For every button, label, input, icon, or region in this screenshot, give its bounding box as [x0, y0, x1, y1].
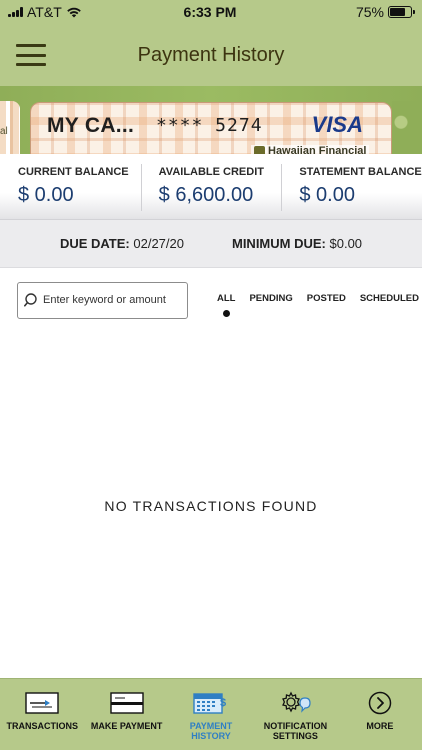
- nav-transactions-label: TRANSACTIONS: [6, 721, 78, 731]
- nav-notification-settings-label-line1: NOTIFICATION: [263, 721, 328, 731]
- current-balance-value: $ 0.00: [18, 184, 74, 206]
- signal-icon: [8, 7, 23, 17]
- due-date: DUE DATE: 02/27/20: [60, 236, 184, 251]
- card-name: MY CA...: [47, 114, 135, 137]
- card-payment-icon: [109, 691, 144, 715]
- filter-tabs: ALL PENDING POSTED SCHEDULED: [217, 293, 419, 317]
- nav-more-label: MORE: [366, 721, 394, 731]
- search-box[interactable]: [17, 281, 188, 319]
- hamburger-menu-icon[interactable]: [16, 44, 46, 66]
- nav-make-payment[interactable]: MAKE PAYMENT: [84, 679, 168, 750]
- nav-payment-history-label-line1: PAYMENT: [189, 721, 233, 731]
- nav-notification-settings-label-line2: SETTINGS: [272, 731, 318, 741]
- empty-state-message: NO TRANSACTIONS FOUND: [104, 498, 318, 514]
- bank-logo-icon: [254, 145, 265, 154]
- carrier-name: AT&T: [27, 4, 62, 20]
- previous-card-text: al: [0, 126, 8, 137]
- search-icon: [24, 293, 37, 307]
- nav-notification-settings-label: NOTIFICATION SETTINGS: [264, 721, 327, 741]
- statement-balance-value: $ 0.00: [299, 184, 355, 206]
- statement-balance: STATEMENT BALANCE $ 0.00: [281, 154, 422, 219]
- statement-balance-label: STATEMENT BALANCE: [299, 166, 422, 178]
- status-left: AT&T: [8, 4, 138, 20]
- battery-fill: [389, 8, 405, 16]
- card-carousel[interactable]: al MY CA... **** 5274 VISA Hawaiian Fina…: [0, 86, 422, 154]
- battery-icon: [387, 6, 415, 18]
- filter-row: ALL PENDING POSTED SCHEDULED: [0, 268, 422, 328]
- card-number: **** 5274: [156, 115, 263, 136]
- transactions-icon: [25, 691, 59, 715]
- nav-transactions[interactable]: TRANSACTIONS: [0, 679, 84, 750]
- wifi-icon: [66, 7, 81, 18]
- bank-logo: Hawaiian Financial: [251, 145, 370, 154]
- minimum-due-label: MINIMUM DUE:: [231, 236, 326, 251]
- bank-name: Hawaiian Financial: [268, 145, 367, 154]
- current-balance-label: CURRENT BALANCE: [18, 166, 129, 178]
- battery-percent: 75%: [355, 4, 384, 20]
- balance-summary: CURRENT BALANCE $ 0.00 AVAILABLE CREDIT …: [0, 154, 422, 220]
- filter-tab-scheduled[interactable]: SCHEDULED: [360, 293, 419, 304]
- filter-tab-all[interactable]: ALL: [217, 293, 235, 317]
- calendar-icon: $: [193, 691, 229, 715]
- due-date-label: DUE DATE:: [59, 236, 130, 251]
- status-bar: AT&T 6:33 PM 75%: [0, 0, 422, 24]
- credit-card[interactable]: MY CA... **** 5274 VISA Hawaiian Financi…: [30, 102, 392, 154]
- minimum-due-value: $0.00: [329, 236, 363, 251]
- nav-payment-history-label: PAYMENT HISTORY: [190, 721, 233, 741]
- nav-more[interactable]: MORE: [338, 679, 422, 750]
- available-credit-value: $ 6,600.00: [158, 184, 254, 206]
- card-carousel-edge: [392, 101, 422, 154]
- due-date-value: 02/27/20: [133, 236, 184, 251]
- filter-tab-posted[interactable]: POSTED: [307, 293, 346, 304]
- gear-chat-icon: [279, 691, 312, 715]
- available-credit-label: AVAILABLE CREDIT: [158, 166, 264, 178]
- svg-text:$: $: [220, 697, 226, 709]
- status-time: 6:33 PM: [183, 4, 237, 20]
- due-info: DUE DATE: 02/27/20 MINIMUM DUE: $0.00: [0, 220, 422, 268]
- search-input[interactable]: [43, 294, 183, 306]
- nav-payment-history[interactable]: $ PAYMENT HISTORY: [169, 679, 253, 750]
- minimum-due: MINIMUM DUE: $0.00: [232, 236, 362, 251]
- current-balance: CURRENT BALANCE $ 0.00: [0, 154, 141, 219]
- nav-payment-history-label-line2: HISTORY: [191, 731, 231, 741]
- available-credit: AVAILABLE CREDIT $ 6,600.00: [140, 154, 282, 219]
- page-title: Payment History: [137, 43, 285, 66]
- visa-logo: VISA: [311, 112, 363, 137]
- status-right: 75%: [282, 4, 415, 20]
- bottom-nav: TRANSACTIONS MAKE PAYMENT $ PAYMENT HIST…: [0, 678, 422, 750]
- chevron-right-circle-icon: [368, 691, 392, 715]
- nav-make-payment-label: MAKE PAYMENT: [90, 721, 163, 731]
- app-header: Payment History: [0, 24, 422, 86]
- filter-tab-pending[interactable]: PENDING: [249, 293, 292, 304]
- nav-notification-settings[interactable]: NOTIFICATION SETTINGS: [253, 679, 337, 750]
